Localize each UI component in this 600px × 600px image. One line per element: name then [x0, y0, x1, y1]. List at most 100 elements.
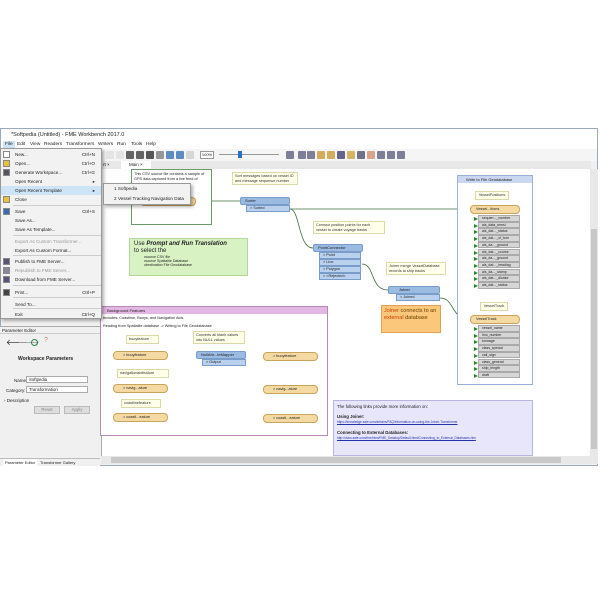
writer-attribute[interactable]: ais_da..._stamp [474, 268, 520, 276]
writer-attribute[interactable]: draft [474, 371, 520, 379]
close-icon [3, 196, 10, 203]
zoom-to-icon[interactable] [31, 339, 38, 346]
apply-button[interactable]: Apply [64, 406, 90, 414]
buoy-reader[interactable]: > buoyfeature [113, 351, 168, 360]
joiner-annotation: Joiner merge VesselDatabase records to s… [386, 262, 446, 275]
description-expander[interactable]: › Description [4, 398, 29, 403]
writer-attribute[interactable]: ais_da..._ground [474, 241, 520, 249]
menu-item-export-custom-transformer[interactable]: Export As Custom Transformer... [1, 237, 101, 246]
connection-sorter-pointconnector [289, 208, 314, 249]
file-menu: New... Ctrl+N Open... Ctrl+O Generate Worksp… [0, 148, 102, 319]
sorter-sorted-port[interactable]: > Sorted [246, 205, 290, 212]
menu-item-close[interactable]: Close [1, 195, 101, 204]
writer-attribute[interactable]: ais_dat..._heading [474, 261, 520, 269]
menu-item-save[interactable]: Save Ctrl+S [1, 207, 101, 216]
menu-item-open-recent-template[interactable]: Open Recent Template ▸ [1, 186, 101, 195]
menu-item-open[interactable]: Open... Ctrl+O [1, 159, 101, 168]
writer-attribute[interactable]: ais_dat..._status [474, 282, 520, 289]
nav-writer[interactable]: > navig...ature [263, 385, 318, 394]
parameter-editor-header: Parameter Editor [0, 327, 100, 334]
bg-reading-text: Reading from Spatialite database -> Writ… [103, 324, 212, 328]
writer-attribute[interactable]: sequen..._number [474, 215, 520, 222]
links-annotation: The following links provide more informa… [333, 400, 533, 456]
menu-item-label: Export As Custom Transformer... [15, 239, 82, 244]
menu-item-generate-workspace[interactable]: Generate Workspace... Ctrl+G [1, 168, 101, 177]
tab-transformer-gallery[interactable]: Transformer Gallery [40, 459, 75, 467]
workspace-parameters-title: Workspace Parameters [18, 356, 74, 362]
coast-writer[interactable]: > coastl...eature [263, 414, 318, 423]
writer-attribute[interactable]: ship_length [474, 365, 520, 372]
joiner-link[interactable]: https://knowledge.safe.com/articles/FAQ/… [337, 420, 458, 424]
generate-workspace-icon [3, 169, 10, 176]
writer-attribute[interactable]: call_sign [474, 351, 520, 359]
csv-note-text: This CSV source file contains a sample o… [134, 172, 205, 181]
menu-item-export-custom-format[interactable]: Export As Custom Format... [1, 246, 101, 255]
buoy-writer[interactable]: > buoyfeature [263, 352, 318, 361]
pointconnector-transformer[interactable]: PointConnector [313, 244, 363, 252]
menu-item-open-recent[interactable]: Open Recent ▸ [1, 177, 101, 186]
nullattributemapper-transformer[interactable]: NullAttr...teMapper [196, 351, 246, 359]
reset-button[interactable]: Reset [34, 406, 60, 414]
pc-port-point[interactable]: > Point [319, 252, 361, 259]
menu-item-shortcut: Ctrl+Q [81, 312, 95, 317]
writer-attribute[interactable]: tonnage [474, 338, 520, 345]
menu-item-print[interactable]: Print... Ctrl+P [1, 288, 101, 297]
help-icon[interactable]: ? [44, 337, 48, 344]
menu-separator [13, 235, 101, 236]
joiner-transformer[interactable]: Joiner [388, 286, 440, 294]
writer-attribute[interactable]: ais_data_mmsi [474, 221, 520, 229]
menu-item-label: Print... [15, 290, 29, 295]
menu-item-label: Send To... [15, 302, 36, 307]
menu-item-save-as[interactable]: Save As... [1, 216, 101, 225]
coast-reader[interactable]: > coastl...eature [113, 413, 168, 422]
sorter-annotation: Sort messages based on vessel ID and mes… [232, 172, 298, 185]
menu-item-new[interactable]: New... Ctrl+N [1, 150, 101, 159]
vessel-track-writer[interactable]: VesselTrack [470, 315, 520, 324]
recent-template-item[interactable]: 2 Vessel Tracking Navigation Data [104, 194, 190, 204]
menu-item-republish-fme-server[interactable]: Republish to FME Server... [1, 266, 101, 275]
publish-fme-server-icon [3, 258, 10, 265]
writer-attribute[interactable]: ais_dat..._status [474, 228, 520, 235]
null-output-port[interactable]: > Output [202, 359, 246, 366]
writer-attribute[interactable]: imo_number [474, 331, 520, 339]
writer-attribute[interactable]: ais_dat..._dicator [474, 275, 520, 282]
category-field[interactable]: Transformation [26, 386, 88, 393]
pc-port-polygon[interactable]: > Polygon [319, 266, 361, 273]
databases-link[interactable]: http://docs.safe.com/fme/html/FME_Deskto… [337, 436, 476, 440]
menu-item-save-as-template[interactable]: Save As Template... [1, 225, 101, 234]
recent-templates-submenu: 1 Softpedia 2 Vessel Tracking Navigation… [103, 183, 191, 205]
writer-attribute[interactable]: ais_dat..._course [474, 248, 520, 255]
writer-attribute[interactable]: ais_da..._ground [474, 255, 520, 262]
sorter-transformer[interactable]: Sorter [240, 197, 290, 205]
joiner-callout: Joiner connects to an external database [381, 305, 441, 333]
bg-includes-text: Includes: Coastline, Buoys, and Navigati… [103, 316, 184, 320]
nav-reader[interactable]: > navig...ature [113, 384, 168, 393]
menu-item-download-fme-server[interactable]: Download from FME Server... [1, 275, 101, 284]
menu-separator [13, 285, 101, 286]
vessel-positions-writer[interactable]: Vessel...itions [470, 205, 520, 214]
recent-template-item[interactable]: 1 Softpedia [104, 184, 190, 194]
connection-line-joiner [361, 263, 389, 291]
menu-item-exit[interactable]: Exit Ctrl+Q [1, 310, 101, 319]
writer-attribute[interactable]: vessel_name [474, 325, 520, 332]
menu-item-label: Generate Workspace... [15, 170, 63, 175]
menu-item-label: New... [15, 152, 28, 157]
menu-item-shortcut: ▸ [92, 179, 95, 184]
pc-port-line[interactable]: > Line [319, 259, 361, 266]
tab-parameter-editor[interactable]: Parameter Editor [3, 459, 38, 467]
menu-item-label: Open... [15, 161, 31, 166]
parameter-editor-panel: Parameter Editor 🡐 🡒 ? Workspace Paramet… [0, 326, 100, 467]
writer-attribute[interactable]: class_special [474, 345, 520, 352]
joiner-joined-port[interactable]: > Joined [396, 294, 440, 301]
menu-item-publish-fme-server[interactable]: Publish to FME Server... [1, 257, 101, 266]
menu-item-label: Export As Custom Format... [15, 248, 72, 253]
menu-separator [13, 308, 101, 309]
writer-attribute[interactable]: ais_dat..._of_turn [474, 235, 520, 242]
writer-attribute[interactable]: class_general [474, 358, 520, 365]
download-fme-server-icon [3, 276, 10, 283]
menu-item-shortcut: Ctrl+P [82, 290, 95, 295]
name-field[interactable]: Softpedia [26, 376, 88, 383]
menu-item-label: Download from FME Server... [15, 277, 76, 282]
pc-port-rejected[interactable]: > <Rejected> [319, 273, 361, 280]
menu-item-label: Open Recent Template [15, 188, 62, 193]
